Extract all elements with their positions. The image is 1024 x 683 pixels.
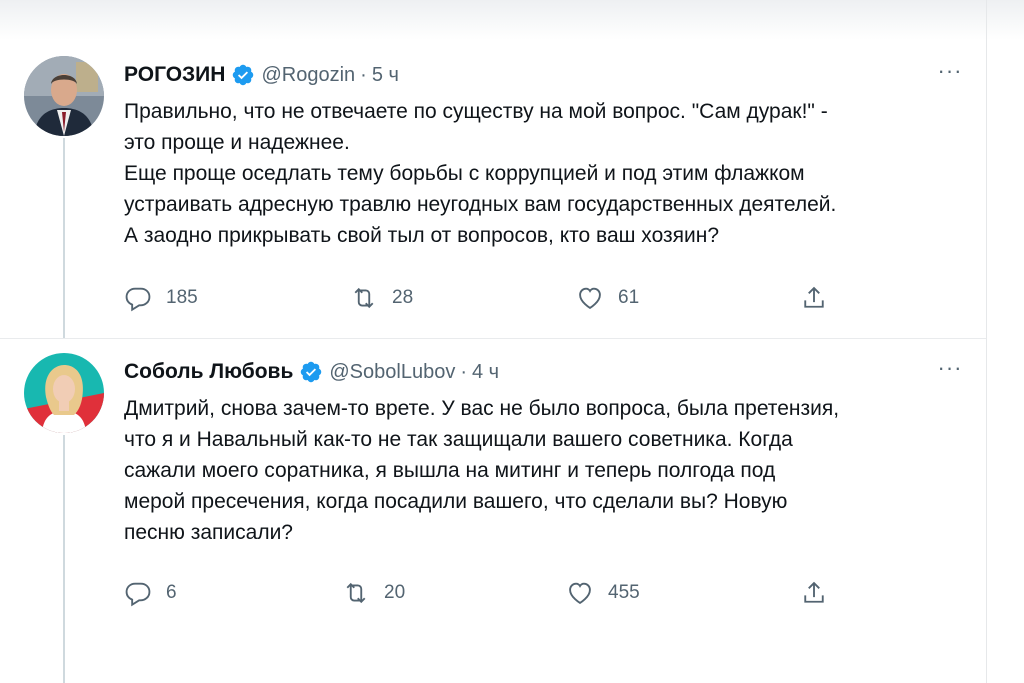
author-handle[interactable]: @SobolLubov xyxy=(329,361,455,384)
tweet-sobol[interactable]: Соболь Любовь @SobolLubov · 4 ч ··· Дмит… xyxy=(0,345,986,683)
author-name[interactable]: Соболь Любовь xyxy=(124,360,293,384)
tweet-actions: 6 20 455 xyxy=(124,575,844,611)
avatar[interactable] xyxy=(24,353,104,433)
like-button[interactable]: 455 xyxy=(566,575,640,611)
more-icon[interactable]: ··· xyxy=(930,60,970,88)
share-icon xyxy=(804,286,824,308)
timeline-border xyxy=(986,0,987,683)
separator-dot: · xyxy=(360,63,367,86)
share-button[interactable] xyxy=(800,575,828,611)
verified-badge-icon xyxy=(299,360,323,384)
reply-count: 185 xyxy=(166,287,198,308)
reply-icon xyxy=(125,287,151,312)
reply-button[interactable]: 185 xyxy=(124,280,198,316)
share-button[interactable] xyxy=(800,280,828,316)
retweet-count: 20 xyxy=(384,582,406,603)
retweet-icon xyxy=(346,582,366,604)
verified-badge-icon xyxy=(231,63,255,87)
reply-count: 6 xyxy=(166,582,177,603)
author-name[interactable]: РОГОЗИН xyxy=(124,63,225,87)
retweet-button[interactable]: 20 xyxy=(342,575,405,611)
tweet-text: Правильно, что не отвечаете по существу … xyxy=(124,100,837,247)
thread-line xyxy=(63,435,65,683)
like-count: 455 xyxy=(608,582,640,603)
tweet-divider xyxy=(0,338,986,339)
author-handle[interactable]: @Rogozin xyxy=(261,64,355,87)
share-icon xyxy=(804,581,824,603)
timestamp[interactable]: 4 ч xyxy=(472,361,499,384)
tweet-actions: 185 28 61 xyxy=(124,280,844,316)
tweet-rogozin[interactable]: РОГОЗИН @Rogozin · 5 ч ··· Правильно, чт… xyxy=(0,48,986,338)
separator-dot: · xyxy=(460,360,467,383)
timestamp[interactable]: 5 ч xyxy=(372,64,399,87)
avatar[interactable] xyxy=(24,56,104,136)
tweet-header: Соболь Любовь @SobolLubov · 4 ч xyxy=(124,359,499,385)
like-icon xyxy=(579,287,601,309)
top-fade xyxy=(0,0,1024,40)
retweet-count: 28 xyxy=(392,287,414,308)
more-icon[interactable]: ··· xyxy=(930,357,970,385)
tweet-text: Дмитрий, снова зачем-то врете. У вас не … xyxy=(124,397,840,544)
thread-line xyxy=(63,138,65,338)
reply-button[interactable]: 6 xyxy=(124,575,177,611)
retweet-button[interactable]: 28 xyxy=(350,280,413,316)
tweet-header: РОГОЗИН @Rogozin · 5 ч xyxy=(124,62,399,88)
like-icon xyxy=(569,582,591,604)
like-count: 61 xyxy=(618,287,640,308)
retweet-icon xyxy=(354,287,374,309)
like-button[interactable]: 61 xyxy=(576,280,639,316)
reply-icon xyxy=(125,582,151,607)
